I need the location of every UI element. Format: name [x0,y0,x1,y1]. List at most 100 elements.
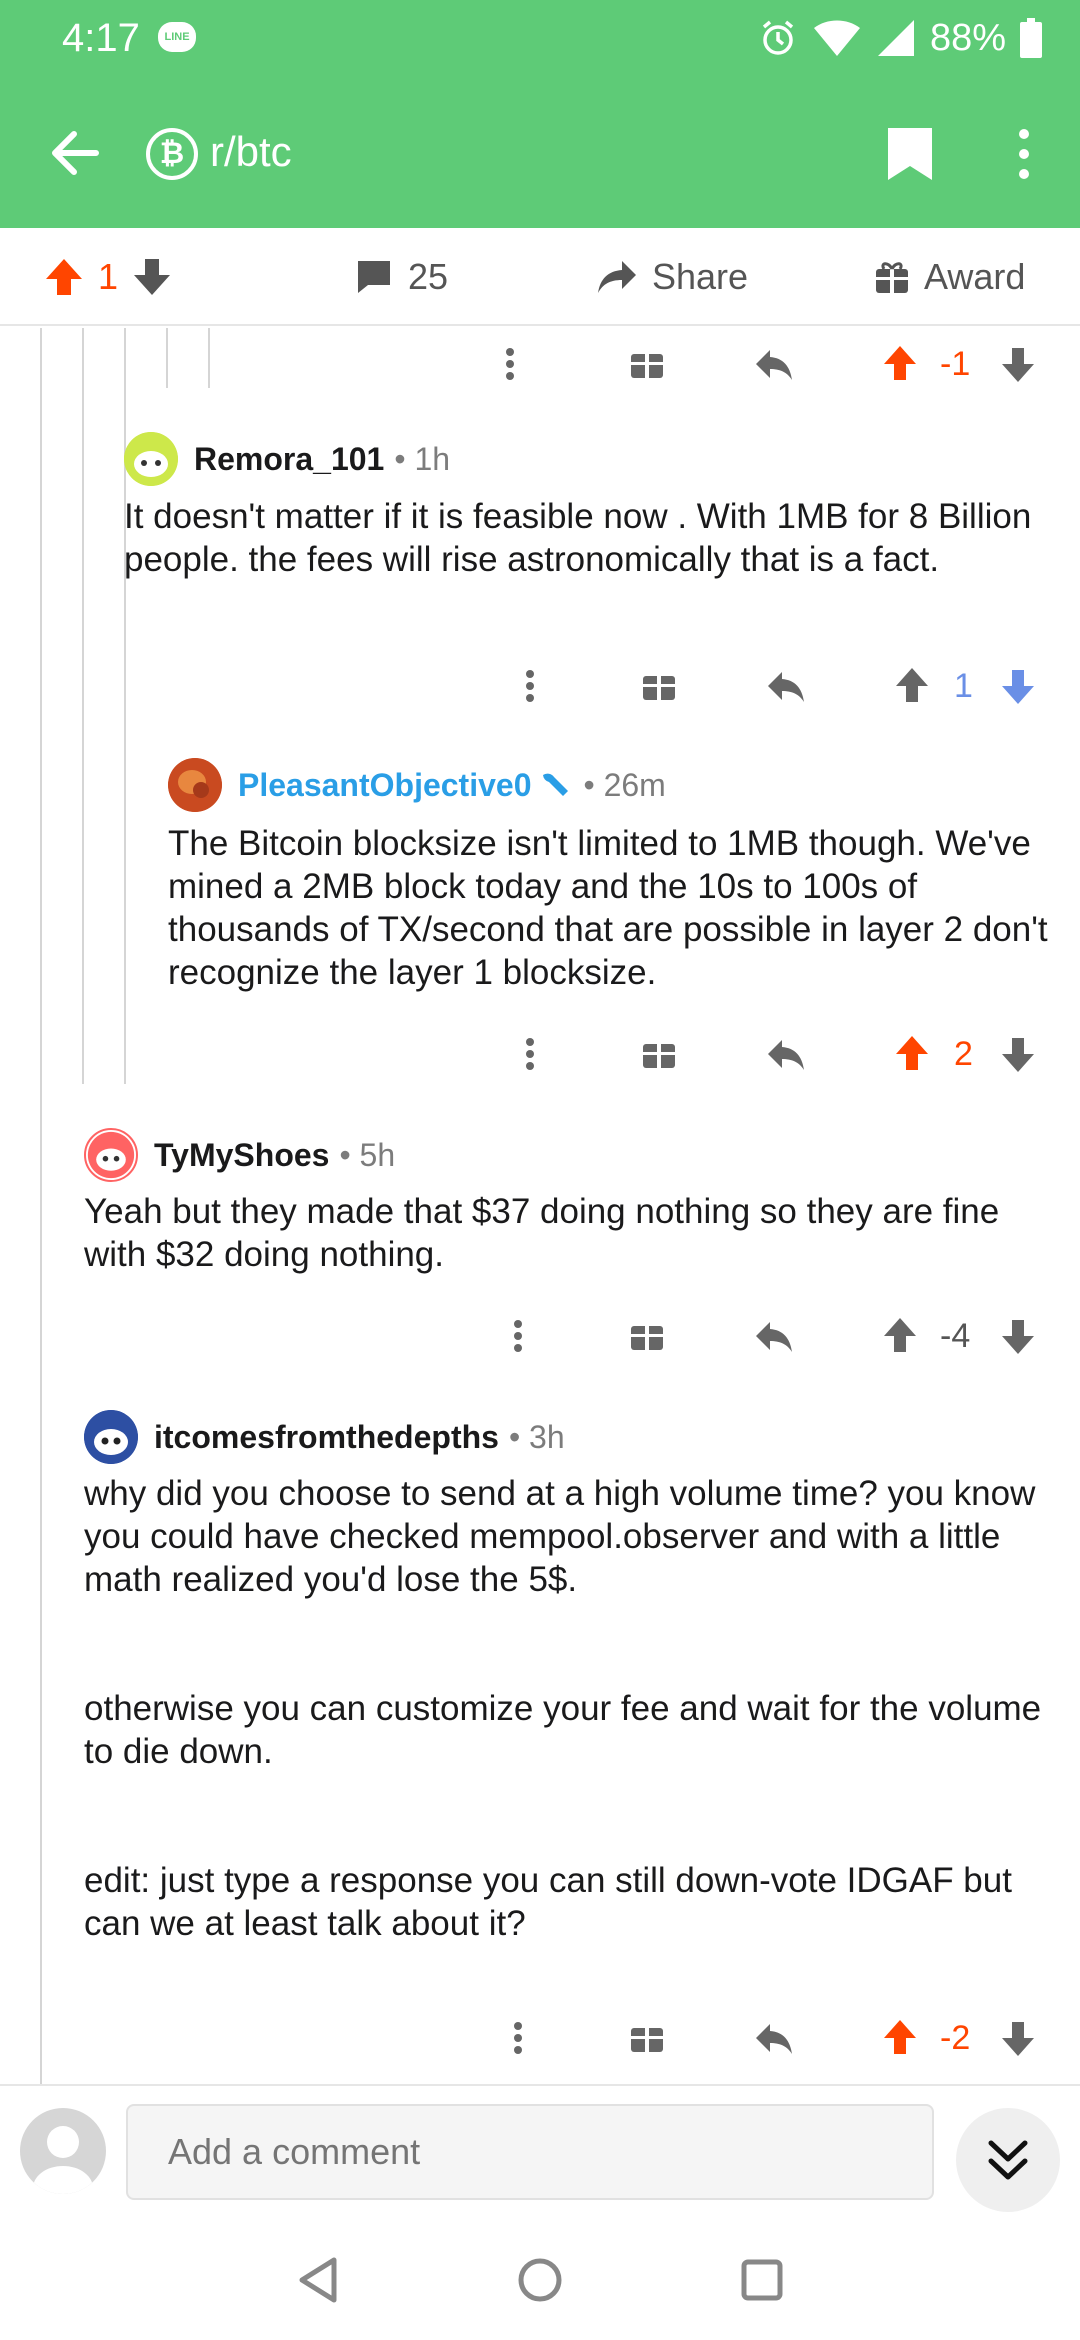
default-user-icon [33,2126,93,2194]
downvote-icon[interactable] [132,257,172,297]
comment-header: PleasantObjective0 • 26m [168,758,666,812]
subreddit-name[interactable]: r/btc [210,128,292,176]
award-gift-icon[interactable] [642,1024,676,1084]
username[interactable]: TyMyShoes [154,1137,329,1174]
comments-button[interactable]: 25 [354,256,448,298]
upvote-icon[interactable] [44,257,84,297]
overflow-menu-icon[interactable] [1004,124,1044,184]
back-arrow-icon[interactable] [40,118,110,188]
comment-body: It doesn't matter if it is feasible now … [124,497,1032,579]
more-options-icon[interactable] [508,2008,528,2068]
app-header: 4:17 LINE 88% ₿ r/btc [0,0,1080,228]
downvote-icon[interactable] [1000,2008,1036,2068]
add-comment-input[interactable] [126,2104,934,2200]
thread-line [124,758,126,1084]
comment-body: Yeah but they made that $37 doing nothin… [84,1192,1000,1274]
snoo-icon [124,432,178,486]
nav-back-icon[interactable] [290,2250,350,2310]
comment-header: Remora_101 • 1h [124,432,450,486]
comment-body: why did you choose to send at a high vol… [84,1474,1042,1943]
comment-actions: -1 [500,334,1060,394]
more-options-icon[interactable] [508,1306,528,1366]
downvote-icon[interactable] [1000,656,1036,716]
downvote-icon[interactable] [1000,1024,1036,1084]
comment-actions: 1 [520,656,1060,716]
award-label: Award [924,256,1026,297]
battery-icon [1020,18,1042,58]
upvote-icon[interactable] [882,2008,918,2068]
comment-body: The Bitcoin blocksize isn't limited to 1… [168,824,1048,992]
award-gift-icon[interactable] [642,656,676,716]
upvote-icon[interactable] [882,334,918,394]
comment-timestamp: • 5h [339,1136,396,1173]
status-bar: 4:17 LINE 88% [0,0,1080,80]
subreddit-icon[interactable]: ₿ [146,128,198,180]
share-icon [598,261,636,293]
thread-line [82,328,84,1084]
upvote-icon[interactable] [894,656,930,716]
award-gift-icon[interactable] [630,2008,664,2068]
collapse-thread-button[interactable] [956,2108,1060,2212]
bookmark-icon[interactable] [884,126,936,182]
upvote-icon[interactable] [894,1024,930,1084]
user-avatar[interactable] [124,432,178,486]
share-label: Share [652,256,749,297]
snoo-icon [84,1410,138,1464]
reply-icon[interactable] [754,334,794,394]
battery-percent: 88% [929,16,1006,59]
moderator-wrench-icon [543,773,569,796]
comment-timestamp: • 1h [394,440,451,477]
username[interactable]: Remora_101 [194,441,384,478]
comment-bubble-icon [358,261,390,293]
comment-header: TyMyShoes • 5h [84,1128,395,1182]
reply-icon[interactable] [766,656,806,716]
comment-score: -4 [940,1316,971,1355]
snoo-icon [87,1131,135,1179]
more-options-icon[interactable] [520,656,540,716]
comment-header: itcomesfromthedepths • 3h [84,1410,565,1464]
award-gift-icon[interactable] [630,334,664,394]
comment-actions: -2 [508,2008,1060,2068]
comment-actions: 2 [520,1024,1060,1084]
comment-timestamp: • 26m [583,766,666,803]
reply-icon[interactable] [754,1306,794,1366]
user-avatar[interactable] [168,758,222,812]
comment-score: -1 [940,344,971,383]
system-nav-bar [0,2214,1080,2340]
alarm-icon [762,20,794,55]
double-chevron-down-icon [988,2140,1028,2180]
nav-home-icon[interactable] [510,2250,570,2310]
comment-score: -2 [940,2018,971,2057]
reply-icon[interactable] [766,1024,806,1084]
user-avatar[interactable] [84,1128,138,1182]
user-avatar[interactable] [84,1410,138,1464]
comment-thread: -1 Remora_101 • 1h It doesn't matter if … [0,328,1080,2084]
award-button[interactable]: Award [874,256,1025,298]
comment-timestamp: • 3h [508,1418,565,1455]
more-options-icon[interactable] [500,334,520,394]
wifi-icon [813,20,860,56]
my-avatar[interactable] [20,2108,106,2194]
share-button[interactable]: Share [596,256,748,298]
username[interactable]: PleasantObjective0 [238,767,531,804]
thread-line [166,328,168,388]
comment-composer-bar [0,2084,1080,2214]
upvote-icon[interactable] [882,1306,918,1366]
reply-icon[interactable] [754,2008,794,2068]
comment-score: 1 [954,666,973,705]
nav-recents-icon[interactable] [732,2250,792,2310]
award-gift-icon[interactable] [630,1306,664,1366]
status-time: 4:17 [62,16,140,60]
thread-line [40,328,42,2084]
downvote-icon[interactable] [1000,334,1036,394]
profile-image-icon [168,758,222,812]
comment-count: 25 [408,256,449,297]
more-options-icon[interactable] [520,1024,540,1084]
downvote-icon[interactable] [1000,1306,1036,1366]
comment-score: 2 [954,1034,973,1073]
post-vote-group: 1 [44,256,172,298]
line-notification-icon: LINE [158,22,196,52]
username[interactable]: itcomesfromthedepths [154,1419,499,1456]
signal-icon [877,20,914,56]
gift-icon [876,262,908,293]
